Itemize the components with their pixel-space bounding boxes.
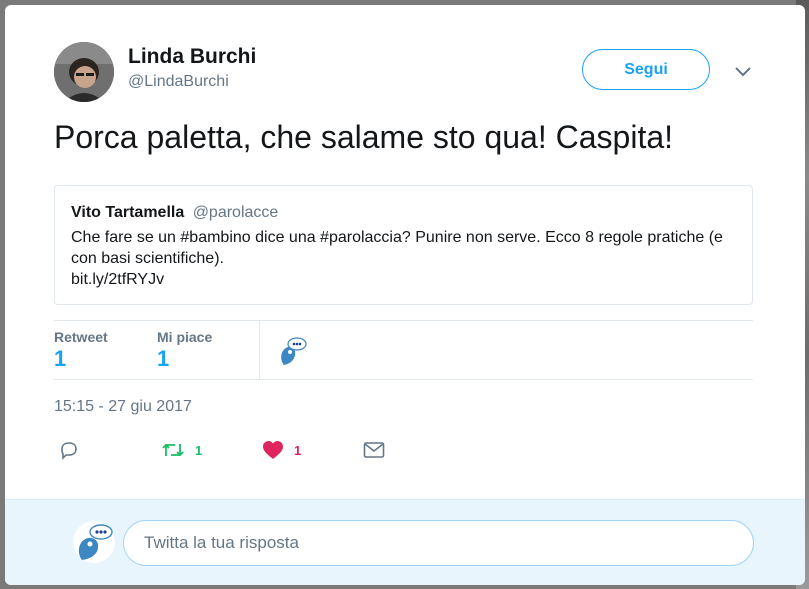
reply-button[interactable] (59, 435, 79, 465)
author-name[interactable]: Linda Burchi (128, 45, 256, 69)
like-count: 1 (294, 442, 302, 458)
tweet-stats: Retweet 1 Mi piace 1 (54, 320, 753, 380)
heart-icon (263, 441, 283, 459)
retweet-count: 1 (195, 442, 203, 458)
direct-message-button[interactable] (363, 435, 385, 465)
quoted-tweet-text: Che fare se un #bambino dice una #parola… (71, 229, 723, 267)
like-stat-value: 1 (157, 346, 170, 371)
follow-button[interactable]: Segui (582, 49, 710, 90)
like-stat-label: Mi piace (157, 329, 213, 345)
user-avatar (73, 521, 115, 563)
quoted-author-handle: @parolacce (192, 204, 279, 221)
quoted-tweet[interactable]: Vito Tartamella @parolacce Che fare se u… (54, 185, 753, 305)
tweet-actions: 1 1 (54, 435, 753, 465)
stats-divider (259, 321, 260, 379)
retweet-button[interactable]: 1 (161, 435, 202, 465)
reply-icon (61, 442, 77, 460)
quoted-author-name: Vito Tartamella (71, 204, 185, 221)
caret-down-icon[interactable] (734, 66, 752, 78)
tweet-text: Porca paletta, che salame sto qua! Caspi… (54, 119, 674, 155)
quoted-author: Vito Tartamella @parolacce (71, 204, 278, 222)
author-handle[interactable]: @LindaBurchi (128, 73, 229, 91)
quoted-tweet-link[interactable]: bit.ly/2tfRYJv (71, 271, 164, 289)
reply-bar (5, 499, 805, 585)
retweet-icon (162, 443, 184, 457)
tweet-modal: Linda Burchi @LindaBurchi Segui Porca pa… (5, 5, 805, 585)
reply-input[interactable] (123, 520, 754, 566)
retweet-stat-label: Retweet (54, 329, 108, 345)
liker-avatar[interactable] (275, 335, 307, 367)
retweet-stat-value: 1 (54, 346, 67, 371)
message-icon (363, 442, 385, 458)
tweet-timestamp[interactable]: 15:15 - 27 giu 2017 (54, 398, 192, 416)
author-avatar[interactable] (54, 42, 114, 102)
like-button[interactable]: 1 (262, 435, 301, 465)
